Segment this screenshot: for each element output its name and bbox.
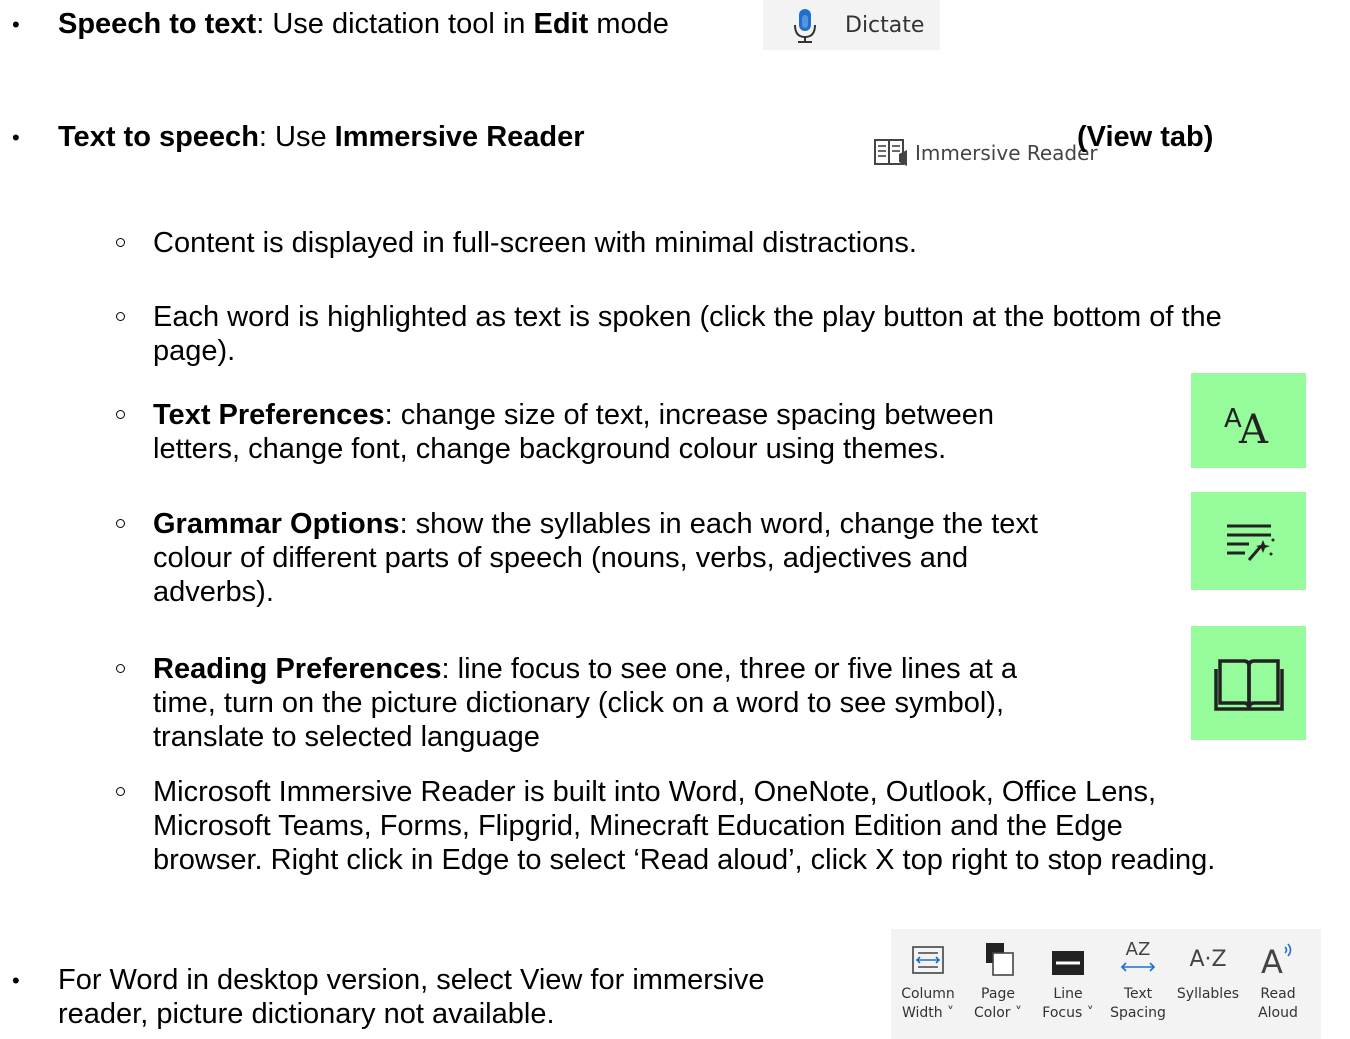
read-aloud-label: Read	[1260, 986, 1296, 1002]
grammar-options-heading: Grammar Options	[153, 508, 400, 540]
sub-item-text-preferences: Text Preferences: change size of text, i…	[153, 398, 994, 466]
view-tab-note: (View tab)	[1077, 121, 1214, 153]
circle-bullet	[116, 238, 125, 247]
text: colour of different parts of speech (nou…	[153, 542, 969, 574]
sub-item-highlight: Each word is highlighted as text is spok…	[153, 300, 1222, 368]
sub-item-microsoft-immersive-reader: Microsoft Immersive Reader is built into…	[153, 775, 1215, 877]
text: : Use dictation tool in	[256, 8, 534, 40]
text-preferences-heading: Text Preferences	[153, 399, 385, 431]
text: letters, change font, change background …	[153, 433, 947, 465]
text-spacing-label: Text	[1123, 986, 1153, 1002]
text: For Word in desktop version, select View…	[58, 964, 765, 996]
grammar-options-icon-tile	[1191, 492, 1306, 590]
column-width-label: Column	[901, 986, 955, 1002]
read-aloud-button[interactable]: A Read Aloud	[1243, 929, 1313, 1023]
text-size-icon: A A	[1224, 404, 1269, 451]
line-focus-label: Focus ˅	[1042, 1005, 1094, 1021]
bullet-dot: •	[12, 125, 20, 150]
microphone-icon	[794, 9, 816, 43]
circle-bullet	[116, 410, 125, 419]
sub-item-fullscreen: Content is displayed in full-screen with…	[153, 227, 917, 259]
text: Microsoft Teams, Forms, Flipgrid, Minecr…	[153, 810, 1123, 842]
read-aloud-icon: A	[1261, 943, 1292, 977]
text-spacing-glyph: AZ	[1126, 939, 1151, 960]
dictate-label: Dictate	[845, 12, 925, 38]
speech-to-text-heading: Speech to text	[58, 8, 257, 40]
text-spacing-icon: AZ	[1120, 939, 1156, 972]
reading-preferences-heading: Reading Preferences	[153, 653, 442, 685]
text: : change size of text, increase spacing …	[384, 399, 994, 431]
text-to-speech-heading: Text to speech	[58, 121, 259, 153]
grammar-options-icon	[1226, 524, 1274, 561]
circle-bullet	[116, 787, 125, 796]
line-focus-label: Line	[1053, 986, 1083, 1002]
syllables-icon: A·Z	[1189, 947, 1227, 972]
page-color-label: Page	[981, 986, 1015, 1002]
text-to-speech-item: Text to speech: Use Immersive Reader	[58, 120, 585, 154]
text: page).	[153, 335, 236, 367]
text: Each word is highlighted as text is spok…	[153, 301, 1222, 333]
text-preferences-icon-tile: A A	[1191, 373, 1306, 468]
sub-item-grammar-options: Grammar Options: show the syllables in e…	[153, 507, 1038, 609]
syllables-label: Syllables	[1176, 986, 1240, 1002]
text: browser. Right click in Edge to select ‘…	[153, 844, 1216, 876]
text: Microsoft Immersive Reader is built into…	[153, 776, 1157, 808]
page-color-label: Color ˅	[973, 1005, 1022, 1021]
text: time, turn on the picture dictionary (cl…	[153, 687, 1005, 719]
circle-bullet	[116, 664, 125, 673]
syllables-button[interactable]: A·Z Syllables	[1173, 929, 1243, 1004]
text: mode	[588, 8, 669, 40]
bullet-dot: •	[12, 968, 20, 993]
book-icon	[1213, 659, 1284, 711]
word-view-ribbon: Column Width ˅ Page Color ˅ Line Focus ˅ AZ	[891, 929, 1321, 1039]
reading-preferences-icon-tile	[1191, 626, 1306, 740]
bullet-dot: •	[12, 12, 20, 37]
text: reader, picture dictionary not available…	[58, 998, 555, 1030]
speech-to-text-item: Speech to text: Use dictation tool in Ed…	[58, 7, 669, 41]
immersive-reader-word: Immersive Reader	[334, 121, 585, 153]
word-desktop-item: For Word in desktop version, select View…	[58, 963, 764, 1031]
page-color-icon	[986, 943, 1014, 976]
svg-text:A: A	[1261, 943, 1283, 977]
line-focus-icon	[1052, 951, 1084, 975]
text: : line focus to see one, three or five l…	[441, 653, 1018, 685]
dictate-button[interactable]: Dictate	[763, 0, 940, 50]
text: translate to selected language	[153, 721, 540, 753]
immersive-reader-button[interactable]: Immersive Reader	[873, 138, 1098, 168]
circle-bullet	[116, 519, 125, 528]
text-spacing-button[interactable]: AZ Text Spacing	[1103, 929, 1173, 1023]
read-aloud-label: Aloud	[1258, 1005, 1298, 1021]
text: : show the syllables in each word, chang…	[399, 508, 1038, 540]
sub-item-reading-preferences: Reading Preferences: line focus to see o…	[153, 652, 1017, 754]
circle-bullet	[116, 312, 125, 321]
column-width-label: Width ˅	[901, 1005, 955, 1021]
page-color-button[interactable]: Page Color ˅	[963, 929, 1033, 1023]
line-focus-button[interactable]: Line Focus ˅	[1033, 929, 1103, 1023]
immersive-reader-label: Immersive Reader	[915, 141, 1098, 165]
column-width-icon	[912, 946, 944, 974]
edit-word: Edit	[533, 8, 589, 40]
svg-text:A: A	[1238, 407, 1269, 451]
text-spacing-label: Spacing	[1110, 1005, 1166, 1021]
text: adverbs).	[153, 576, 274, 608]
immersive-reader-icon	[874, 139, 907, 166]
text: : Use	[258, 121, 335, 153]
column-width-button[interactable]: Column Width ˅	[893, 929, 963, 1023]
